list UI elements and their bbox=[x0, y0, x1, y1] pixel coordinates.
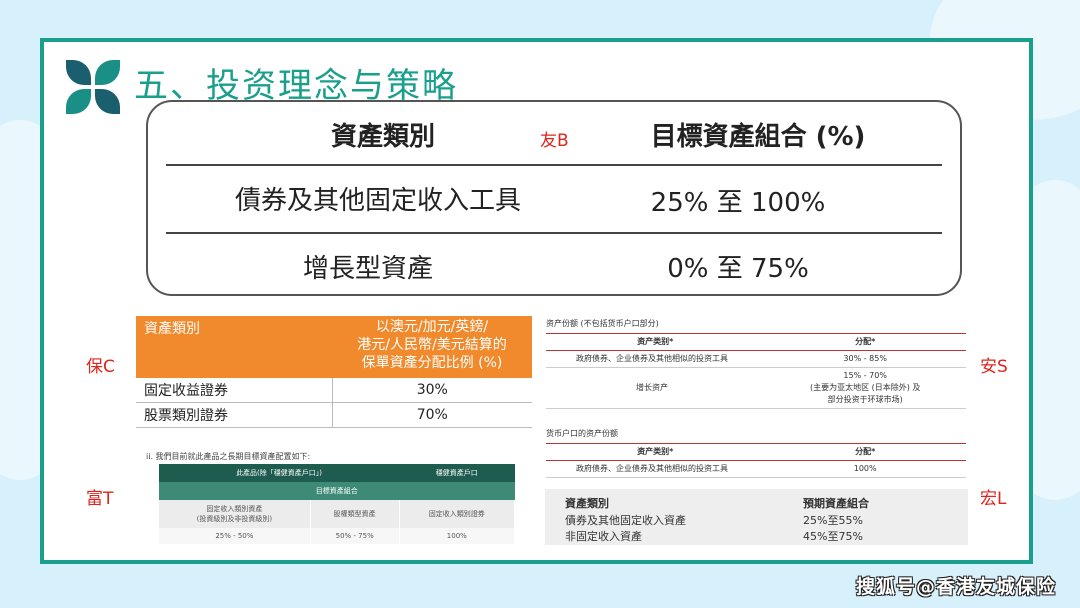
header-product: 此產品(除「穩健資產戶口」) bbox=[159, 464, 400, 482]
header-cell: 預期資產組合 bbox=[803, 497, 869, 510]
cell: 50% - 75% bbox=[310, 528, 400, 544]
table-row: 股票類別證券 70% bbox=[136, 402, 532, 428]
row-allocation: 25% 至 100% bbox=[650, 188, 826, 218]
cell: 股權類型資產 bbox=[310, 500, 400, 528]
cell: 25%至55% bbox=[803, 514, 863, 527]
company-logo bbox=[66, 60, 120, 114]
cell: 25% - 50% bbox=[159, 528, 311, 544]
cell: 增长资产 bbox=[546, 367, 765, 409]
label-tag-b: 友B bbox=[540, 131, 569, 151]
expected-allocation-table: 資產類別 預期資產組合 債券及其他固定收入資產 25%至55% 非固定收入資產 … bbox=[545, 489, 968, 545]
cell: 30% bbox=[331, 378, 532, 403]
asset-share-table: 资产份额 (不包括货币户口部分) 资产类别* 分配* 政府债券、企业债券及其他相… bbox=[546, 318, 966, 409]
watermark: 搜狐号@香港友城保险 bbox=[855, 576, 1056, 598]
cell: 政府债券、企业债券及其他相似的投资工具 bbox=[546, 460, 765, 478]
cell: 100% bbox=[399, 528, 516, 544]
header-allocation-ratio: 以澳元/加元/英鎊/ 港元/人民幣/美元結算的 保單資產分配比例 (%) bbox=[332, 316, 532, 378]
table-caption: 货币户口的资产份额 bbox=[546, 429, 618, 438]
header-line: 以澳元/加元/英鎊/ bbox=[375, 319, 489, 335]
cell: 政府债券、企业债券及其他相似的投资工具 bbox=[546, 350, 765, 368]
header-asset-class: 資產類別 bbox=[330, 122, 435, 152]
header-target-allocation: 目標資產組合 (%) bbox=[650, 122, 866, 152]
header-cell: 资产类别* bbox=[546, 333, 765, 351]
cell: 70% bbox=[331, 402, 532, 428]
row-asset-class: 債券及其他固定收入工具 bbox=[234, 186, 521, 216]
cell: 固定收入類別資產 (投資級別及非投資級別) bbox=[159, 500, 311, 528]
header-asset-class: 資產類別 bbox=[136, 316, 332, 378]
header-stable-account: 穩健資產戶口 bbox=[399, 464, 515, 482]
orange-allocation-table: 資產類別 以澳元/加元/英鎊/ 港元/人民幣/美元結算的 保單資產分配比例 (%… bbox=[136, 316, 532, 428]
cell: 固定收益證券 bbox=[136, 378, 332, 403]
cell: 股票類別證券 bbox=[136, 402, 332, 428]
cell: 債券及其他固定收入資產 bbox=[565, 514, 686, 527]
header-cell: 分配* bbox=[764, 333, 966, 351]
table-caption: 资产份额 (不包括货币户口部分) bbox=[546, 319, 659, 328]
label-tag-s: 安S bbox=[980, 357, 1008, 377]
cell: 15% - 70% (主要为亚太地区 (日本除外) 及 部分投资于环球市场) bbox=[764, 367, 966, 409]
green-allocation-table: 此產品(除「穩健資產戶口」) 穩健資產戶口 目標資產組合 固定收入類別資產 (投… bbox=[159, 464, 516, 544]
header-line: 港元/人民幣/美元結算的 bbox=[357, 337, 507, 353]
row-asset-class: 增長型資產 bbox=[302, 254, 433, 284]
subheader: 目標資產組合 bbox=[159, 482, 515, 500]
header-cell: 資產類別 bbox=[565, 497, 609, 510]
cell: 100% bbox=[764, 460, 966, 478]
divider bbox=[166, 164, 942, 166]
header-cell: 分配* bbox=[764, 443, 966, 461]
header-line: 保單資產分配比例 (%) bbox=[361, 355, 503, 371]
divider bbox=[166, 232, 942, 234]
table-row: 固定收益證券 30% bbox=[136, 378, 532, 403]
label-tag-c: 保C bbox=[86, 357, 115, 377]
cell: 30% - 85% bbox=[764, 350, 966, 368]
label-tag-t: 富T bbox=[86, 489, 114, 509]
row-allocation: 0% 至 75% bbox=[667, 254, 809, 284]
cell: 45%至75% bbox=[803, 530, 863, 543]
header-cell: 资产类别* bbox=[546, 443, 765, 461]
cell: 固定收入類別證券 bbox=[399, 500, 516, 528]
green-table-note: ii. 我們目前就此產品之長期目標資產配置如下: bbox=[146, 452, 311, 461]
money-account-table: 货币户口的资产份额 资产类别* 分配* 政府债券、企业债券及其他相似的投资工具 … bbox=[546, 428, 966, 478]
cell: 非固定收入資產 bbox=[565, 530, 642, 543]
label-tag-l: 宏L bbox=[980, 489, 1007, 509]
